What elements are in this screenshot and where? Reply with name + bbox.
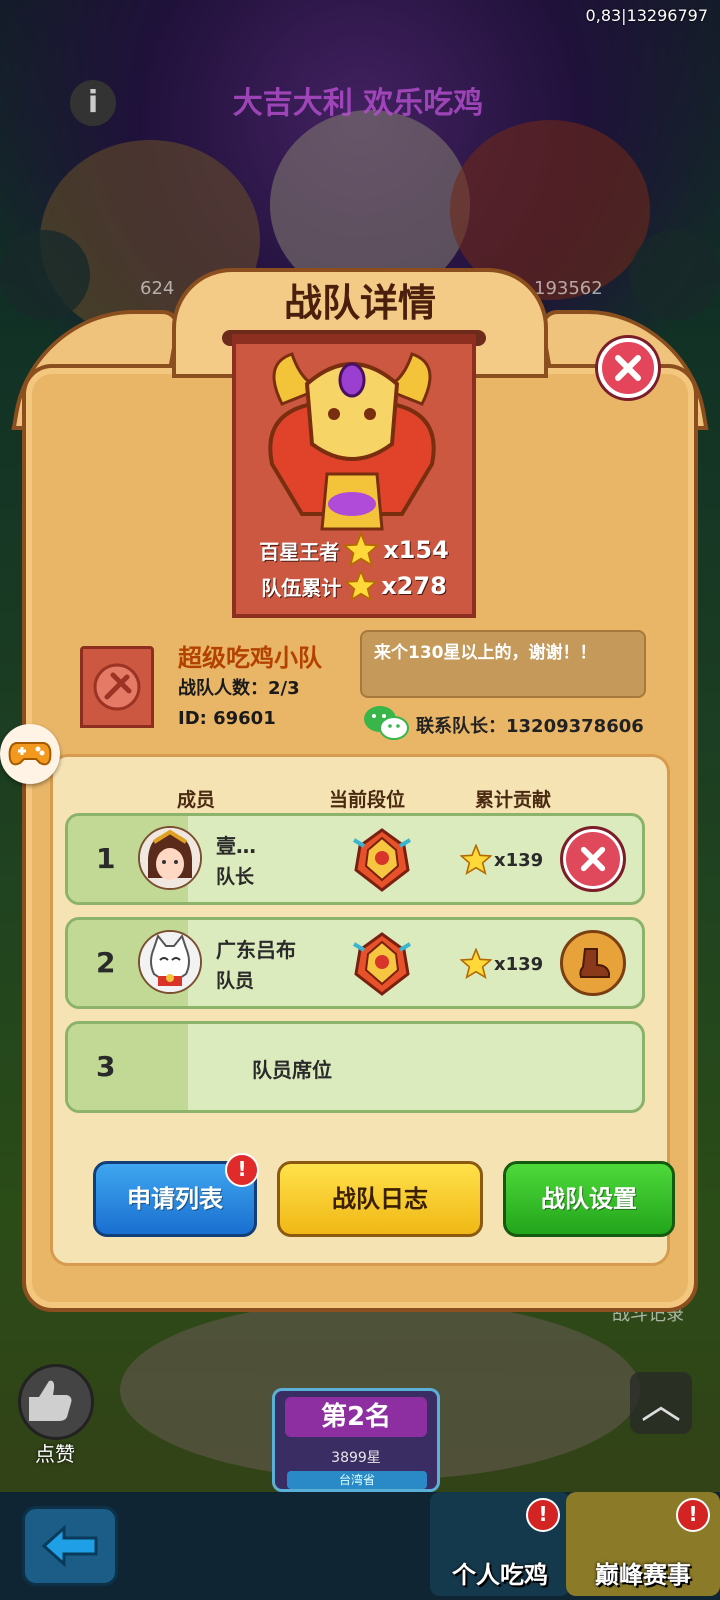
member-number: 3 [96,1050,116,1083]
member-contribution: x139 [460,844,543,876]
chevron-up-icon: ︿ [641,1382,681,1428]
tab-label: 巅峰赛事 [595,1561,691,1589]
event-banner-text: 大吉大利 欢乐吃鸡 [232,86,484,121]
session-id-text: 0,83|13296797 [585,6,708,25]
team-flag-icon [80,646,154,728]
team-id: ID: 69601 [178,708,276,729]
tab-alert-badge: ! [676,1498,710,1532]
member-role: 队员 [216,970,255,992]
kick-member-button[interactable] [560,930,626,996]
info-button[interactable]: i [70,80,116,126]
avatar[interactable] [138,826,202,890]
arrow-left-icon [41,1524,98,1568]
tab-alert-badge: ! [526,1498,560,1532]
member-number: 1 [96,842,116,875]
column-header-member: 成员 [177,789,216,811]
remove-member-button[interactable] [560,826,626,892]
team-member-count: 战队人数：2/3 [178,678,300,699]
tab-label: 个人吃鸡 [452,1561,548,1589]
apply-alert-badge: ! [225,1153,259,1187]
wechat-icon [364,706,409,740]
scroll-up-button[interactable]: ︿ [630,1372,692,1434]
thumbs-up-icon [29,1380,72,1421]
stat-label: 队伍累计 [261,575,342,600]
star-icon [343,532,380,567]
stat-value: x278 [381,572,447,600]
rank-title: 第2名 [285,1397,427,1437]
member-contribution: x139 [460,948,543,980]
star-icon [345,570,378,602]
member-name: 壹… [216,834,256,858]
contact-captain: 联系队长：13209378606 [416,716,644,737]
dragon-crown-emblem [268,352,436,531]
member-seat-label: 队员席位 [252,1058,332,1082]
stat-team-total: 队伍累计 x278 [232,566,476,606]
team-settings-button[interactable]: 战队设置 [503,1161,675,1237]
team-notice: 来个130星以上的，谢谢！！ [360,630,646,698]
rank-stars: 3899星 [331,1450,381,1466]
member-name: 广东吕布 [216,938,296,962]
member-row: 1 壹… 队长 x139 [65,813,645,905]
contribution-value: x139 [494,953,544,975]
column-header-contribution: 累计贡献 [475,789,552,811]
member-seat-row[interactable]: 3 队员席位 [65,1021,645,1113]
team-name: 超级吃鸡小队 [178,644,322,672]
avatar[interactable] [138,930,202,994]
team-log-button[interactable]: 战队日志 [277,1161,483,1237]
column-header-rank: 当前段位 [329,789,406,811]
stat-value: x154 [383,536,449,564]
gamepad-button[interactable] [0,724,60,784]
dialog-title: 战队详情 [283,281,436,325]
boot-icon [579,948,610,978]
team-details-dialog: 战队详情 百星王者 x154 队伍累计 x278 超级吃鸡小队 战队人数：2/3… [11,246,709,1314]
rank-badge-icon [352,932,412,996]
like-button[interactable] [18,1364,94,1440]
member-number: 2 [96,946,116,979]
star-icon [460,844,492,876]
tab-personal-chicken[interactable]: ! 个人吃鸡 [430,1492,570,1596]
rank-card[interactable]: 第2名 3899星 台湾省 [272,1388,440,1492]
stat-hundred-star-king: 百星王者 x154 [232,530,476,570]
member-row: 2 广东吕布 队员 x139 [65,917,645,1009]
back-button[interactable] [22,1506,118,1586]
star-icon [460,948,492,980]
member-role: 队长 [216,866,255,888]
close-icon [615,355,641,381]
contribution-value: x139 [494,849,544,871]
close-icon [580,846,606,872]
close-button[interactable] [598,338,658,398]
members-panel: 成员 当前段位 累计贡献 1 壹… 队长 x139 2 广东吕布 队员 x139… [50,754,675,1266]
stat-label: 百星王者 [259,539,340,564]
like-label: 点赞 [35,1442,75,1466]
rank-region: 台湾省 [287,1471,427,1489]
rank-badge-icon [352,828,412,892]
gamepad-icon [8,742,52,766]
tab-peak-tournament[interactable]: ! 巅峰赛事 [566,1492,720,1596]
